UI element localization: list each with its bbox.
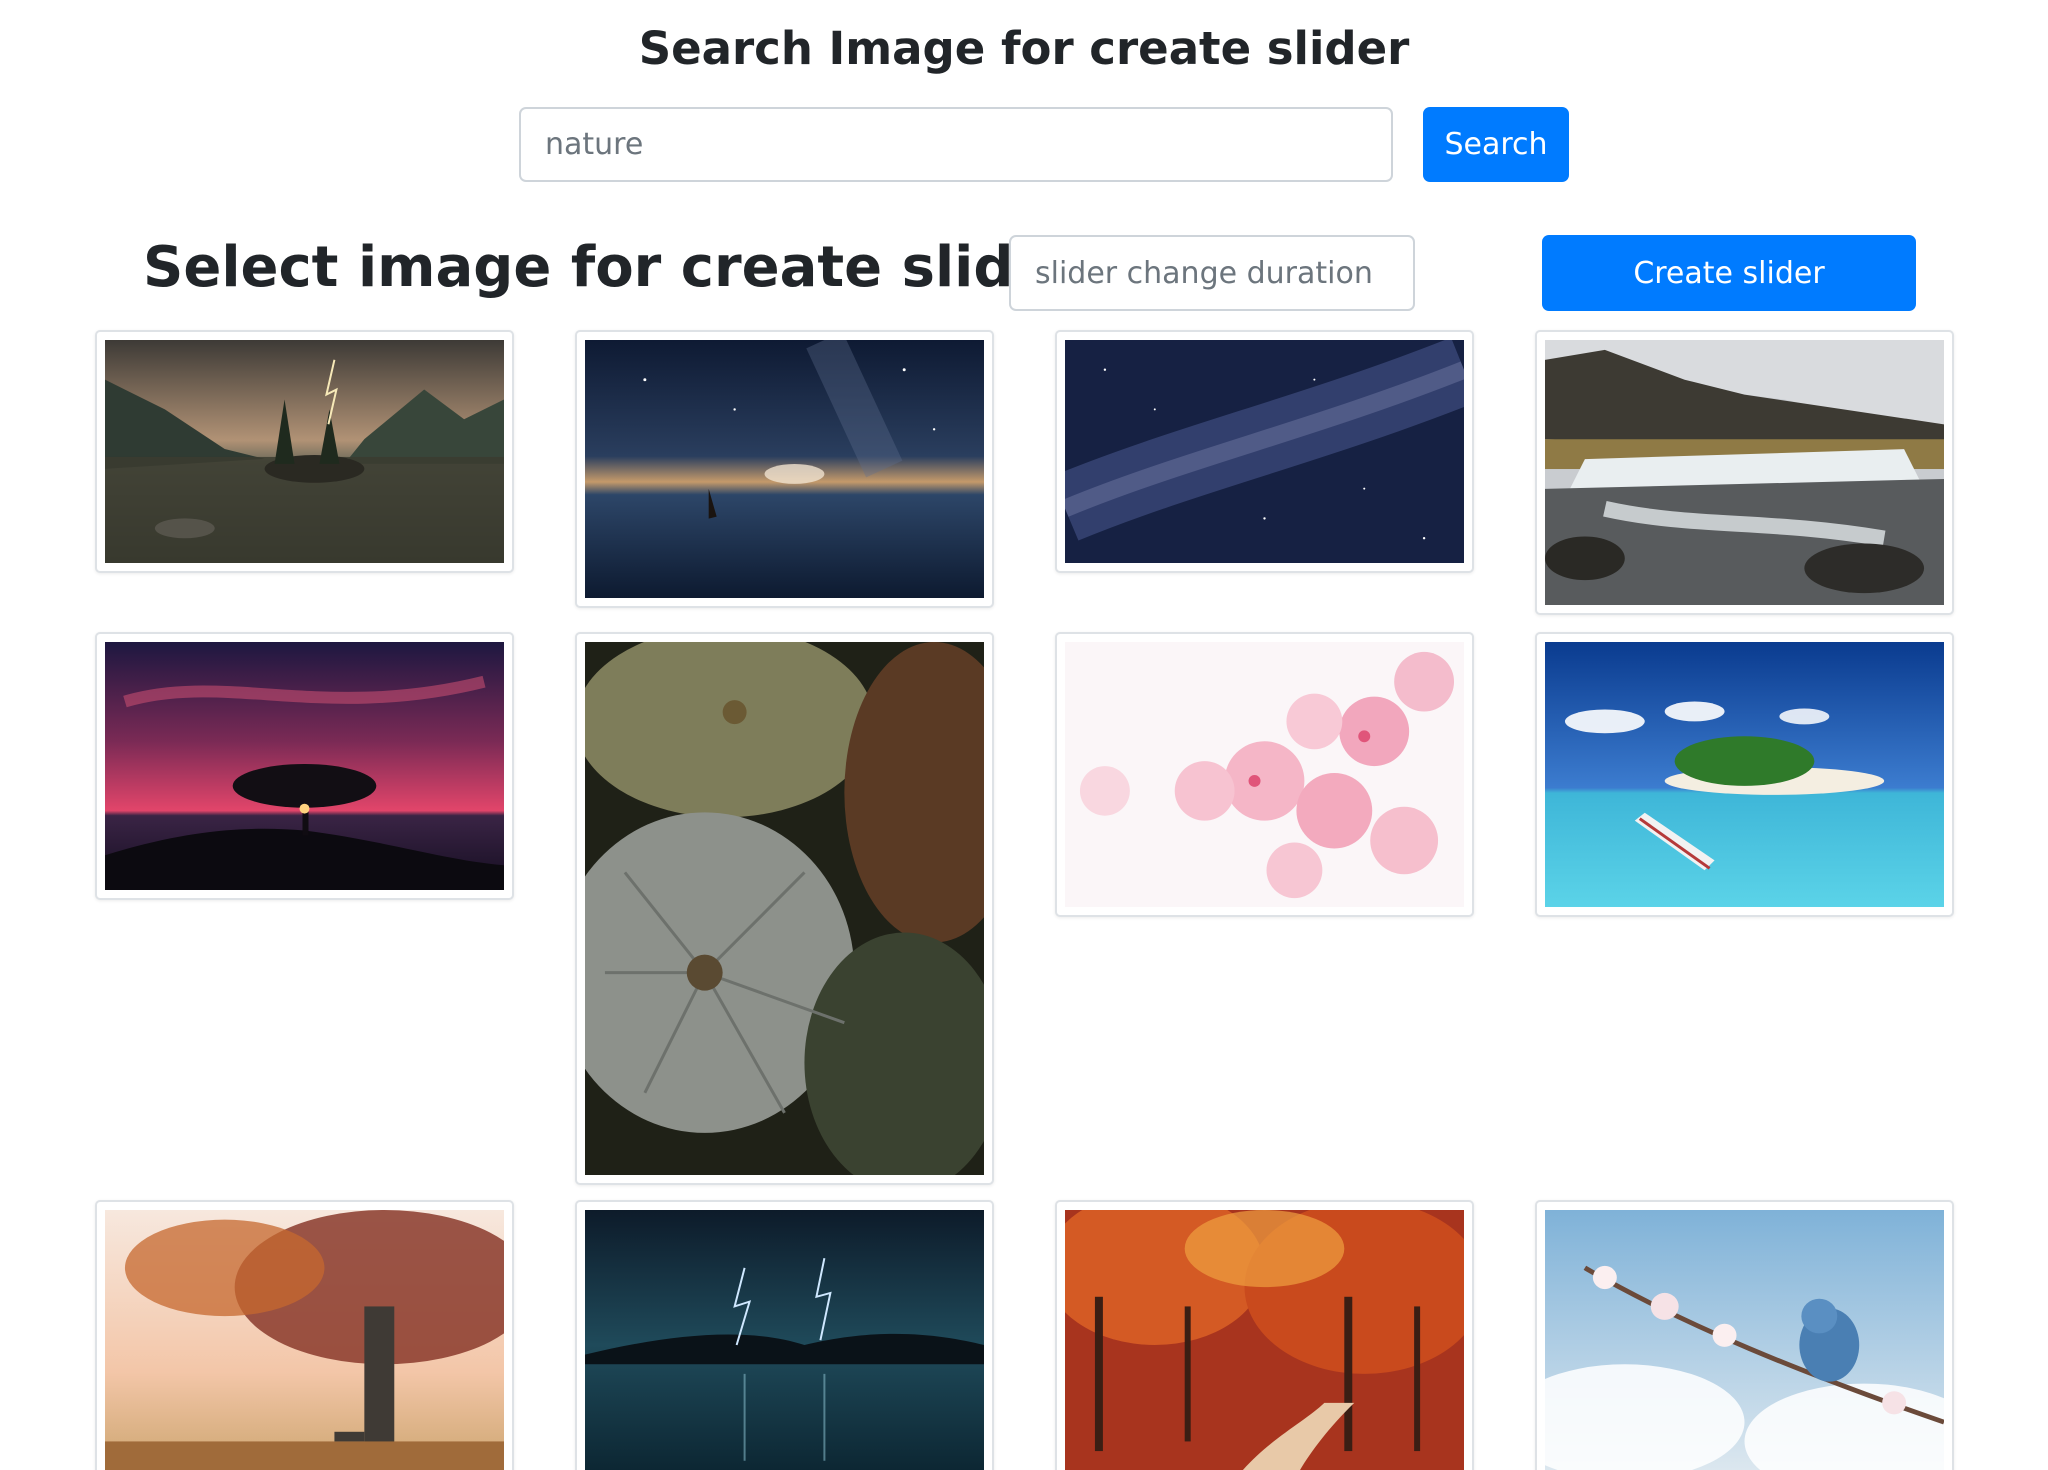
image-card-waterfall[interactable] xyxy=(1535,330,1954,615)
image-card-starry-sea[interactable] xyxy=(575,330,994,608)
create-slider-button[interactable]: Create slider xyxy=(1542,235,1916,311)
image-card-tropical-island[interactable] xyxy=(1535,632,1954,917)
image-card-autumn-forest[interactable] xyxy=(1055,1200,1474,1470)
image-card-autumn-tree[interactable] xyxy=(95,1200,514,1470)
image-card-red-sky-tree[interactable] xyxy=(95,632,514,900)
lake-island-image xyxy=(105,340,504,563)
image-card-blue-bird[interactable] xyxy=(1535,1200,1954,1470)
image-card-lake-island[interactable] xyxy=(95,330,514,573)
search-input[interactable] xyxy=(519,107,1393,182)
red-sky-tree-image xyxy=(105,642,504,890)
search-button[interactable]: Search xyxy=(1423,107,1569,182)
pumpkins-image xyxy=(585,642,984,1175)
waterfall-image xyxy=(1545,340,1944,605)
section-title: Select image for create slider xyxy=(143,235,1080,300)
page: Search Image for create slider Search Se… xyxy=(0,0,2048,1470)
image-card-lightning-water[interactable] xyxy=(575,1200,994,1470)
autumn-forest-image xyxy=(1065,1210,1464,1470)
image-card-cherry-blossom[interactable] xyxy=(1055,632,1474,917)
starry-sea-image xyxy=(585,340,984,598)
milky-way-image xyxy=(1065,340,1464,563)
image-card-pumpkins[interactable] xyxy=(575,632,994,1185)
search-title: Search Image for create slider xyxy=(638,22,1410,75)
autumn-tree-image xyxy=(105,1210,504,1470)
tropical-island-image xyxy=(1545,642,1944,907)
lightning-water-image xyxy=(585,1210,984,1470)
blue-bird-image xyxy=(1545,1210,1944,1470)
duration-input[interactable] xyxy=(1009,235,1415,311)
cherry-blossom-image xyxy=(1065,642,1464,907)
image-card-milky-way[interactable] xyxy=(1055,330,1474,573)
